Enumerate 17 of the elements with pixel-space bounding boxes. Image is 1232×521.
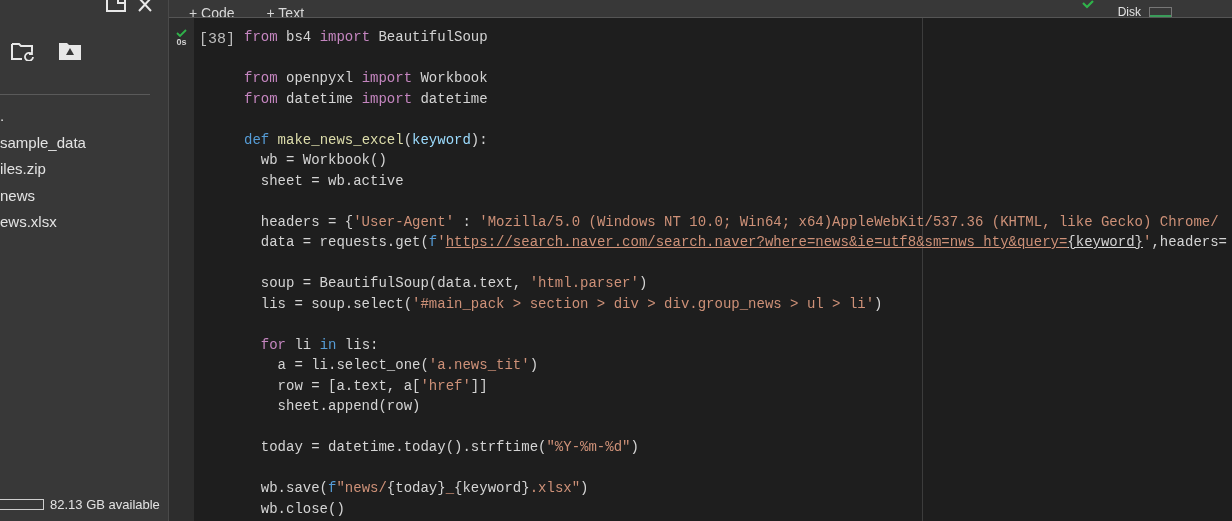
disk-meter[interactable] xyxy=(1149,6,1172,17)
folder-refresh-icon[interactable] xyxy=(11,41,35,61)
file-item[interactable]: ews.xlsx xyxy=(0,209,168,236)
disk-label: Disk xyxy=(1117,5,1141,17)
file-item[interactable]: news xyxy=(0,182,168,209)
check-icon xyxy=(1081,0,1094,9)
drive-folder-icon[interactable] xyxy=(59,42,81,60)
file-item[interactable]: . xyxy=(0,103,168,130)
file-item[interactable]: sample_data xyxy=(0,129,168,156)
run-time: 0s xyxy=(176,37,187,47)
disk-usage-bar xyxy=(0,498,44,510)
file-item[interactable]: iles.zip xyxy=(0,156,168,183)
execution-count: [38] xyxy=(198,30,236,50)
new-window-icon[interactable] xyxy=(106,0,126,12)
disk-available-text: 82.13 GB available xyxy=(50,495,160,514)
code-editor[interactable]: from bs4 import BeautifulSoup from openpyxl import Workbook from datetime import datetime def make_news_excel(keyword): wb = Workbook() sheet = wb.active headers = {'User-Agent' : 'Mozilla/5.0 (Windows NT 10.0; Win64; x64)AppleWebKit/537.36 (KHTML, like Gecko) Chrome/ data = requests.get(f'https://search.naver.com/search.naver?where=news&ie=utf8&sm=nws_hty&query={keyword}',headers= soup = BeautifulSoup(data.text, 'html.parser') lis = soup.select('#main_pack > section > div > div.group_news > ul > li') for li in lis: a = li.select_one('a.news_tit') row = [a.text, a['href']] sheet.append(row) today = datetime.today().strftime("%Y-%m-%d") wb.save(f"news/{today}_{keyword}.xlsx") wb.close() xyxy=(244,18,1227,521)
close-icon[interactable] xyxy=(138,0,152,12)
